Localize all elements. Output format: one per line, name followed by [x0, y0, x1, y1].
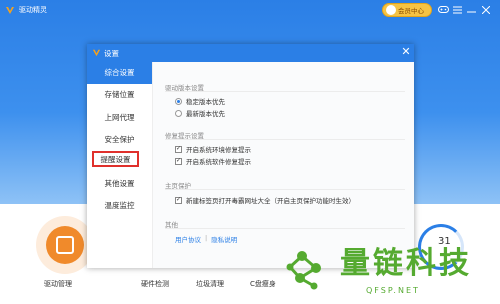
- sidebar-item-reminder[interactable]: 提醒设置: [92, 151, 139, 167]
- c-drive-slim-label[interactable]: C盘瘦身: [250, 279, 276, 289]
- sidebar-item-storage[interactable]: 存储位置: [87, 84, 152, 106]
- checkbox-env-repair-label: 开启系统环境修复提示: [186, 146, 251, 154]
- watermark-domain: QFSP.NET: [366, 286, 420, 295]
- checkbox-checked-icon: ✓: [175, 145, 182, 153]
- dialog-logo-icon: [92, 49, 101, 57]
- user-agreement-link[interactable]: 用户协议: [175, 234, 201, 244]
- radio-selected-icon: [175, 97, 182, 105]
- radio-unselected-icon: [175, 109, 182, 117]
- watermark: 量链科技 QFSP.NET: [280, 236, 495, 300]
- sidebar-item-general[interactable]: 综合设置: [87, 62, 152, 84]
- divider: [165, 139, 405, 140]
- divider: [165, 91, 405, 92]
- settings-sidebar: 综合设置 存储位置 上网代理 安全保护 提醒设置 其他设置 温度监控: [87, 62, 152, 268]
- dialog-titlebar: 设置 ✕: [87, 44, 414, 62]
- dialog-title: 设置: [104, 49, 119, 58]
- divider: [165, 189, 405, 190]
- sidebar-item-proxy[interactable]: 上网代理: [87, 107, 152, 129]
- app-title: 驱动精灵: [19, 6, 47, 14]
- privacy-link[interactable]: 隐私说明: [211, 234, 237, 244]
- gamepad-icon[interactable]: [438, 4, 449, 15]
- sidebar-item-temperature[interactable]: 温度监控: [87, 195, 152, 217]
- driver-management-button[interactable]: [36, 216, 94, 274]
- menu-icon[interactable]: [452, 4, 463, 15]
- watermark-logo-icon: [286, 251, 321, 290]
- close-app-icon[interactable]: [480, 4, 491, 15]
- checkbox-software-repair[interactable]: ✓ 开启系统软件修复提示: [175, 156, 251, 166]
- radio-stable-label: 稳定版本优先: [186, 98, 225, 106]
- watermark-text: 量链科技: [340, 246, 472, 281]
- radio-latest-first[interactable]: 最新版本优先: [175, 108, 225, 118]
- checkbox-env-repair[interactable]: ✓ 开启系统环境修复提示: [175, 144, 251, 154]
- junk-clean-label[interactable]: 垃圾清理: [196, 279, 224, 289]
- app-logo-icon: [6, 7, 14, 14]
- checkbox-new-tab-label: 新建标签页打开毒霸网址大全（开启主页保护功能时生效）: [186, 197, 355, 205]
- minimize-icon[interactable]: [466, 4, 477, 15]
- dialog-close-icon[interactable]: ✕: [400, 46, 412, 58]
- other-links: 用户协议 | 隐私说明: [175, 234, 237, 244]
- radio-stable-first[interactable]: 稳定版本优先: [175, 96, 225, 106]
- checkbox-new-tab-homepage[interactable]: ✓ 新建标签页打开毒霸网址大全（开启主页保护功能时生效）: [175, 195, 355, 205]
- checkbox-checked-icon: ✓: [175, 196, 182, 204]
- checkbox-software-repair-label: 开启系统软件修复提示: [186, 158, 251, 166]
- settings-dialog: 设置 ✕ 综合设置 存储位置 上网代理 安全保护 提醒设置 其他设置 温度监控 …: [87, 44, 414, 268]
- sidebar-item-security[interactable]: 安全保护: [87, 129, 152, 151]
- radio-latest-label: 最新版本优先: [186, 110, 225, 118]
- checkbox-checked-icon: ✓: [175, 157, 182, 165]
- vip-center-button[interactable]: 会员中心: [382, 3, 432, 17]
- vip-center-label: 会员中心: [398, 7, 424, 15]
- divider: [165, 228, 405, 229]
- hardware-check-label[interactable]: 硬件检测: [141, 279, 169, 289]
- sidebar-item-other[interactable]: 其他设置: [87, 173, 152, 195]
- link-separator: |: [205, 234, 208, 242]
- crown-icon: [386, 5, 396, 15]
- driver-management-label: 驱动管理: [44, 280, 72, 288]
- window-controls: [438, 4, 491, 15]
- chip-icon: [46, 226, 84, 264]
